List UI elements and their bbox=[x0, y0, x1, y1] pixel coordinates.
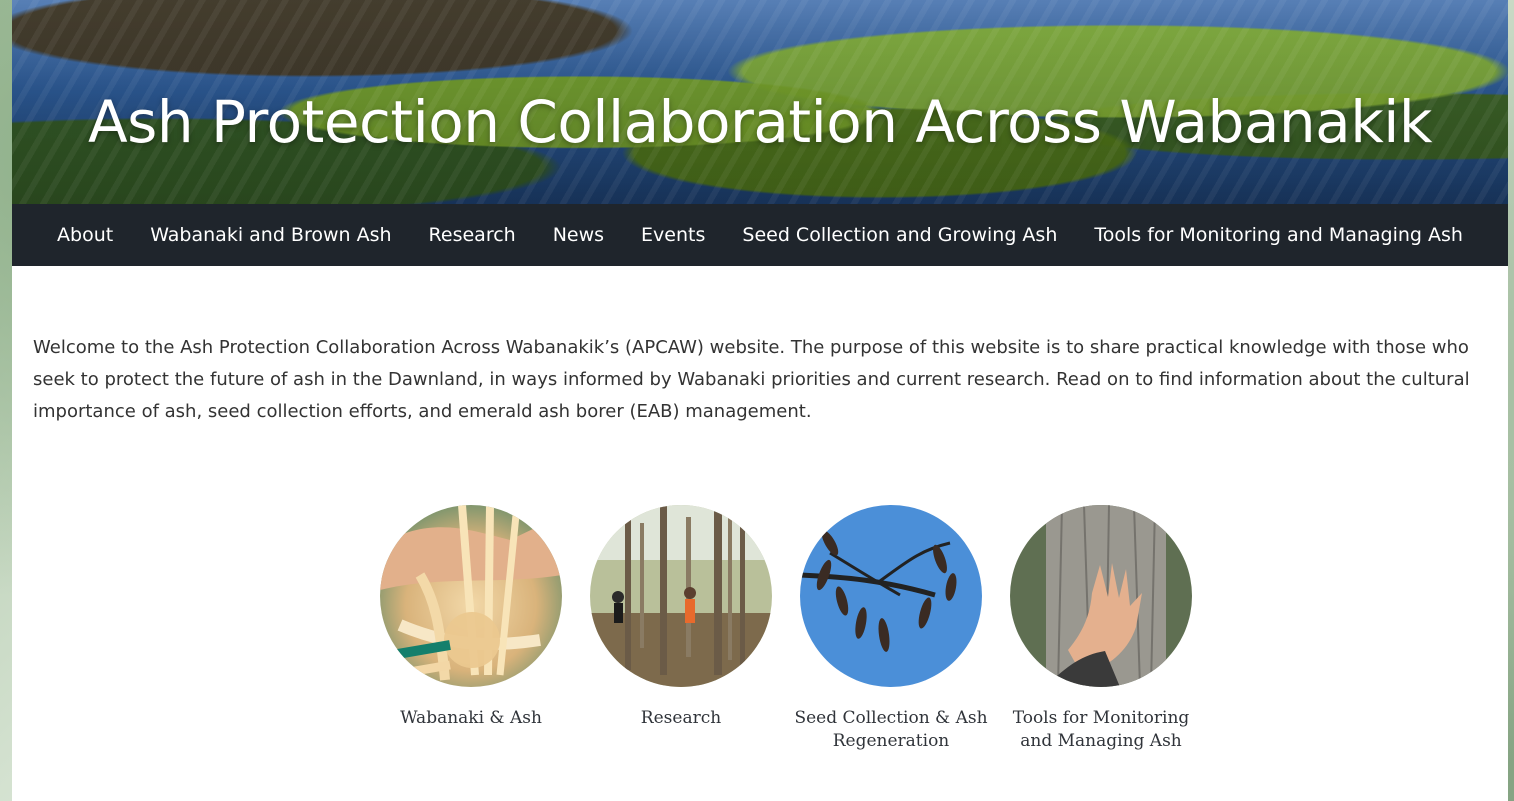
nav-item-news[interactable]: News bbox=[553, 224, 604, 246]
nav-item-seed-collection[interactable]: Seed Collection and Growing Ash bbox=[742, 224, 1057, 246]
main-content: Welcome to the Ash Protection Collaborat… bbox=[12, 266, 1508, 428]
feature-cards: Wabanaki & Ash Research Seed Collection … bbox=[366, 505, 1206, 753]
card-label-tools[interactable]: Tools for Monitoring and Managing Ash bbox=[1001, 707, 1201, 753]
card-tools[interactable]: Tools for Monitoring and Managing Ash bbox=[996, 505, 1206, 753]
forest-research-photo[interactable] bbox=[590, 505, 772, 687]
nav-item-about[interactable]: About bbox=[57, 224, 113, 246]
intro-paragraph: Welcome to the Ash Protection Collaborat… bbox=[33, 337, 1470, 422]
card-label-seed-collection[interactable]: Seed Collection & Ash Regeneration bbox=[791, 707, 991, 753]
nav-item-tools[interactable]: Tools for Monitoring and Managing Ash bbox=[1094, 224, 1463, 246]
basket-weaving-photo[interactable] bbox=[380, 505, 562, 687]
hand-on-tree-bark-photo[interactable] bbox=[1010, 505, 1192, 687]
nav-item-wabanaki-and-brown-ash[interactable]: Wabanaki and Brown Ash bbox=[150, 224, 391, 246]
page: Ash Protection Collaboration Across Waba… bbox=[12, 0, 1508, 801]
card-wabanaki-and-ash[interactable]: Wabanaki & Ash bbox=[366, 505, 576, 753]
nav-item-events[interactable]: Events bbox=[641, 224, 705, 246]
main-navigation: About Wabanaki and Brown Ash Research Ne… bbox=[12, 204, 1508, 266]
card-research[interactable]: Research bbox=[576, 505, 786, 753]
ash-seeds-branch-photo[interactable] bbox=[800, 505, 982, 687]
card-seed-collection[interactable]: Seed Collection & Ash Regeneration bbox=[786, 505, 996, 753]
card-label-research[interactable]: Research bbox=[581, 707, 781, 730]
site-title[interactable]: Ash Protection Collaboration Across Waba… bbox=[12, 88, 1508, 156]
nav-item-research[interactable]: Research bbox=[429, 224, 516, 246]
site-banner: Ash Protection Collaboration Across Waba… bbox=[12, 0, 1508, 204]
card-label-wabanaki-and-ash[interactable]: Wabanaki & Ash bbox=[371, 707, 571, 730]
